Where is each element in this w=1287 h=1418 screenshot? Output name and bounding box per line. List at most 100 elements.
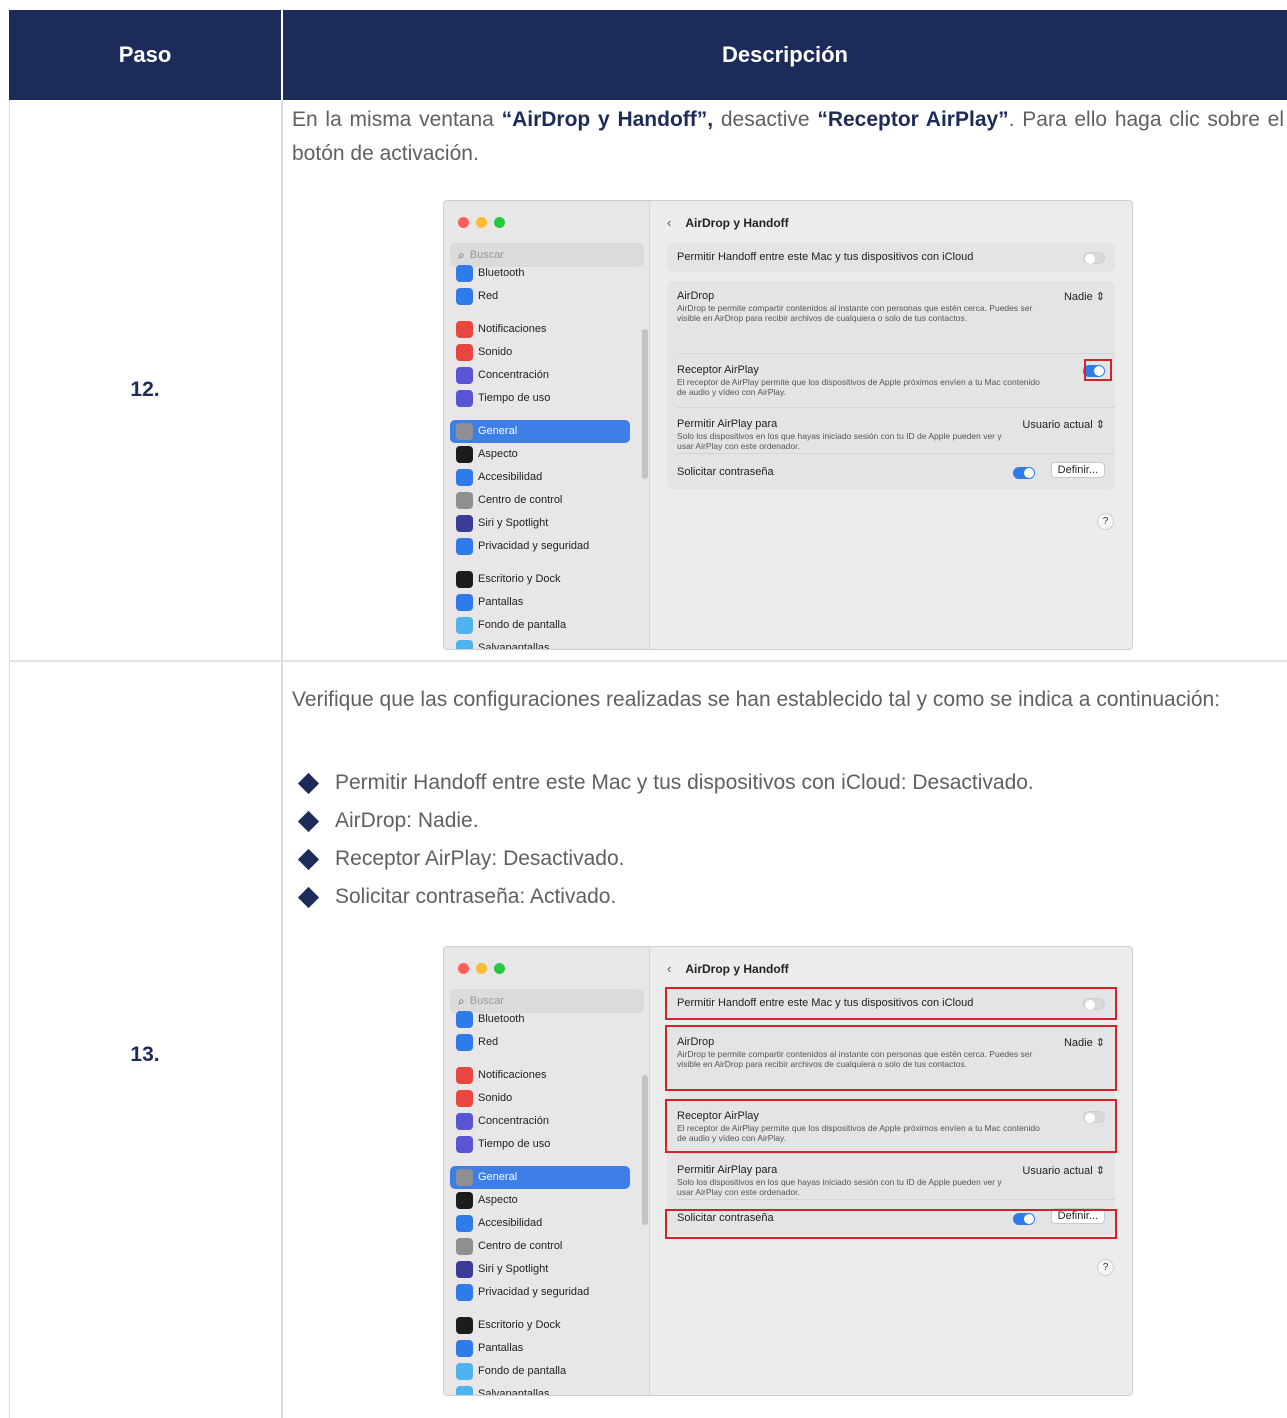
allow-airplay-description: Solo los dispositivos en los que hayas i…: [677, 1177, 1002, 1197]
sidebar-item[interactable]: Tiempo de uso: [456, 388, 550, 408]
bluetooth-icon: [456, 1010, 473, 1028]
sidebar-item-label: Pantallas: [478, 1342, 524, 1354]
updown-chevron-icon: ⇕: [1095, 291, 1105, 303]
main-pane: ‹ AirDrop y Handoff Permitir Handoff entr…: [651, 947, 1132, 1395]
sidebar-item[interactable]: Salvapantallas: [456, 1384, 550, 1395]
window-controls: [458, 963, 505, 974]
close-window-icon[interactable]: [458, 963, 469, 974]
sidebar-item[interactable]: Privacidad y seguridad: [456, 1282, 589, 1302]
back-chevron-icon[interactable]: ‹: [667, 961, 671, 976]
sidebar-item[interactable]: Sonido: [456, 342, 512, 362]
speaker-icon: [456, 1089, 473, 1107]
sidebar-item[interactable]: Aspecto: [456, 1190, 518, 1210]
sidebar-item-label: General: [478, 425, 518, 437]
search-placeholder: Buscar: [469, 995, 504, 1007]
sidebar-item-label: Aspecto: [478, 1194, 518, 1206]
checklist-item: AirDrop: Nadie.: [297, 802, 1277, 840]
sidebar-item[interactable]: Salvapantallas: [456, 638, 550, 649]
bold-text: “AirDrop y Handoff”,: [501, 108, 714, 131]
sidebar-scrollbar[interactable]: [642, 1075, 648, 1225]
sidebar-item-label: Centro de control: [478, 494, 563, 506]
sidebar-item[interactable]: Tiempo de uso: [456, 1134, 550, 1154]
define-button[interactable]: Definir...: [1050, 462, 1105, 478]
column-divider: [281, 100, 283, 1418]
handoff-toggle[interactable]: [1083, 252, 1105, 264]
zoom-window-icon[interactable]: [494, 217, 505, 228]
sidebar-item[interactable]: Pantallas: [456, 1338, 523, 1358]
checklist-item: Solicitar contraseña: Activado.: [297, 878, 1277, 916]
sidebar-item[interactable]: Fondo de pantalla: [456, 1361, 566, 1381]
sidebar-item[interactable]: Sonido: [456, 1088, 512, 1108]
sidebar-item[interactable]: Notificaciones: [456, 1065, 546, 1085]
text: desactive: [713, 108, 818, 131]
sidebar-item[interactable]: Aspecto: [456, 444, 518, 464]
airdrop-visibility-select[interactable]: Nadie ⇕: [1064, 290, 1105, 303]
sidebar-item[interactable]: Privacidad y seguridad: [456, 536, 589, 556]
sidebar-item[interactable]: Centro de control: [456, 490, 562, 510]
sidebar-item[interactable]: Fondo de pantalla: [456, 615, 566, 635]
sidebar-item-label: Accesibilidad: [478, 1217, 543, 1229]
accessibility-icon: [456, 1214, 473, 1232]
minimize-window-icon[interactable]: [476, 963, 487, 974]
row-divider: [9, 660, 1287, 662]
moon-icon: [456, 1112, 473, 1130]
siri-icon: [456, 1260, 473, 1278]
sidebar-item-label: Concentración: [478, 369, 549, 381]
left-border: [9, 100, 10, 1418]
allow-airplay-value: Usuario actual: [1022, 419, 1093, 431]
close-window-icon[interactable]: [458, 217, 469, 228]
sidebar-item[interactable]: Centro de control: [456, 1236, 562, 1256]
sidebar-item[interactable]: Escritorio y Dock: [456, 1315, 561, 1335]
highlight-box: [1084, 359, 1112, 381]
sidebar-item[interactable]: Notificaciones: [456, 319, 546, 339]
search-icon: ⌕: [458, 247, 465, 262]
sidebar-item[interactable]: Siri y Spotlight: [456, 513, 548, 533]
minimize-window-icon[interactable]: [476, 217, 487, 228]
wallpaper-icon: [456, 616, 473, 634]
sun-icon: [456, 1339, 473, 1357]
sidebar-item[interactable]: Accesibilidad: [456, 1213, 542, 1233]
sidebar-item[interactable]: Siri y Spotlight: [456, 1259, 548, 1279]
row-divider: [677, 407, 1115, 408]
checklist-item: Permitir Handoff entre este Mac y tus di…: [297, 764, 1277, 802]
allow-airplay-select[interactable]: Usuario actual ⇕: [1022, 418, 1105, 431]
sidebar-item[interactable]: Concentración: [456, 365, 549, 385]
sidebar-item-label: Fondo de pantalla: [478, 1365, 567, 1377]
allow-airplay-select[interactable]: Usuario actual ⇕: [1022, 1164, 1105, 1177]
search-placeholder: Buscar: [469, 249, 504, 261]
sidebar-item[interactable]: Pantallas: [456, 592, 523, 612]
sidebar-item-label: Notificaciones: [478, 1069, 547, 1081]
sidebar-item[interactable]: Red: [456, 286, 498, 306]
help-icon[interactable]: ?: [1097, 1259, 1114, 1276]
sidebar-item[interactable]: Escritorio y Dock: [456, 569, 561, 589]
hourglass-icon: [456, 389, 473, 407]
help-icon[interactable]: ?: [1097, 513, 1114, 530]
screensaver-icon: [456, 639, 473, 649]
bluetooth-icon: [456, 264, 473, 282]
sidebar-item-label: Sonido: [478, 346, 513, 358]
airdrop-description: AirDrop te permite compartir contenidos …: [677, 303, 1033, 323]
sidebar-item[interactable]: Red: [456, 1032, 498, 1052]
sidebar-item[interactable]: General: [456, 421, 517, 441]
sidebar-item-label: Notificaciones: [478, 323, 547, 335]
highlight-box: [665, 987, 1117, 1020]
zoom-window-icon[interactable]: [494, 963, 505, 974]
step-number-12: 12.: [130, 378, 160, 401]
checklist-text: Permitir Handoff entre este Mac y tus di…: [335, 771, 1034, 794]
settings-window-2: ⌕ Buscar Bluetooth Red Notificaciones Sonido…: [443, 946, 1133, 1396]
sidebar-item[interactable]: Bluetooth: [456, 1009, 524, 1029]
row-divider: [677, 1199, 1115, 1200]
sidebar-scrollbar[interactable]: [642, 329, 648, 479]
back-chevron-icon[interactable]: ‹: [667, 215, 671, 230]
password-toggle[interactable]: [1013, 467, 1035, 479]
sidebar-item[interactable]: Bluetooth: [456, 263, 524, 283]
highlight-box: [665, 1025, 1117, 1091]
pane-title-text: AirDrop y Handoff: [685, 215, 789, 230]
sidebar-item[interactable]: Accesibilidad: [456, 467, 542, 487]
airdrop-value: Nadie: [1063, 291, 1093, 303]
hourglass-icon: [456, 1135, 473, 1153]
window-controls: [458, 217, 505, 228]
sidebar-item[interactable]: Concentración: [456, 1111, 549, 1131]
sidebar-item[interactable]: General: [456, 1167, 517, 1187]
sidebar-item-label: Red: [478, 1036, 499, 1048]
